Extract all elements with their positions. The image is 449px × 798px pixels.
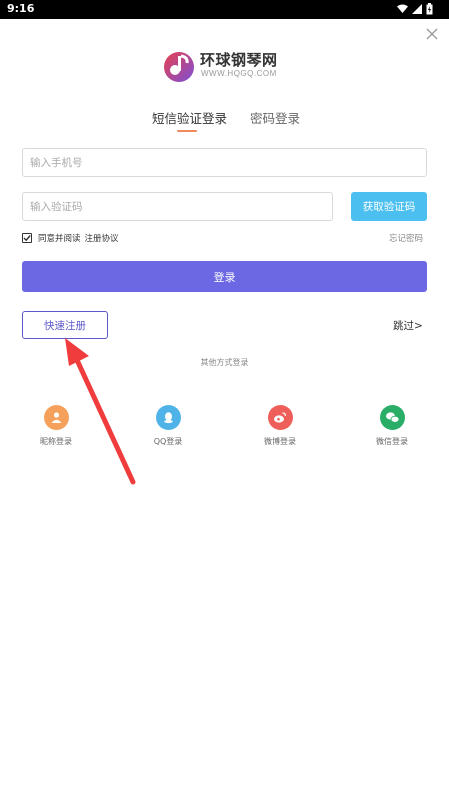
signal-icon — [412, 4, 422, 14]
forgot-password-link[interactable]: 忘记密码 — [389, 232, 423, 244]
checkmark-icon — [23, 234, 31, 241]
brand-name: 环球钢琴网 — [200, 51, 278, 69]
qq-login-option[interactable]: QQ登录 — [138, 405, 198, 447]
get-code-button[interactable]: 获取验证码 — [351, 192, 427, 221]
login-tabs: 短信验证登录 密码登录 — [0, 108, 449, 134]
tab-sms-login[interactable]: 短信验证登录 — [152, 108, 227, 127]
status-icons — [397, 3, 433, 15]
skip-link[interactable]: 跳过> — [393, 318, 423, 333]
weibo-icon — [267, 405, 293, 430]
close-button[interactable] — [424, 26, 440, 42]
close-icon — [426, 28, 438, 40]
agree-checkbox[interactable] — [22, 232, 32, 243]
verification-code-input[interactable]: 输入验证码 — [22, 192, 333, 221]
active-tab-indicator — [177, 130, 197, 132]
weibo-login-option[interactable]: 微博登录 — [250, 405, 310, 447]
battery-icon — [426, 3, 433, 15]
wechat-icon — [379, 405, 405, 430]
qq-login-label: QQ登录 — [153, 437, 183, 446]
agreement-link[interactable]: 注册协议 — [85, 232, 119, 244]
phone-input[interactable]: 输入手机号 — [22, 148, 427, 177]
status-bar: 9:16 — [0, 0, 449, 19]
agree-text: 同意并阅读 — [38, 233, 81, 244]
tab-password-login[interactable]: 密码登录 — [250, 108, 300, 127]
weibo-login-label: 微博登录 — [264, 437, 296, 446]
login-button[interactable]: 登录 — [22, 261, 427, 292]
status-time: 9:16 — [7, 2, 35, 15]
brand-url: WWW.HQGQ.COM — [201, 69, 277, 78]
music-note-logo-icon — [164, 52, 194, 82]
wechat-login-label: 微信登录 — [376, 437, 408, 446]
qq-icon — [155, 405, 181, 430]
agreement-row: 同意并阅读 注册协议 — [22, 231, 119, 244]
wifi-icon — [397, 4, 408, 13]
wechat-login-option[interactable]: 微信登录 — [362, 405, 422, 447]
app-logo: 环球钢琴网 WWW.HQGQ.COM — [162, 48, 292, 84]
red-arrow-annotation — [65, 338, 136, 485]
